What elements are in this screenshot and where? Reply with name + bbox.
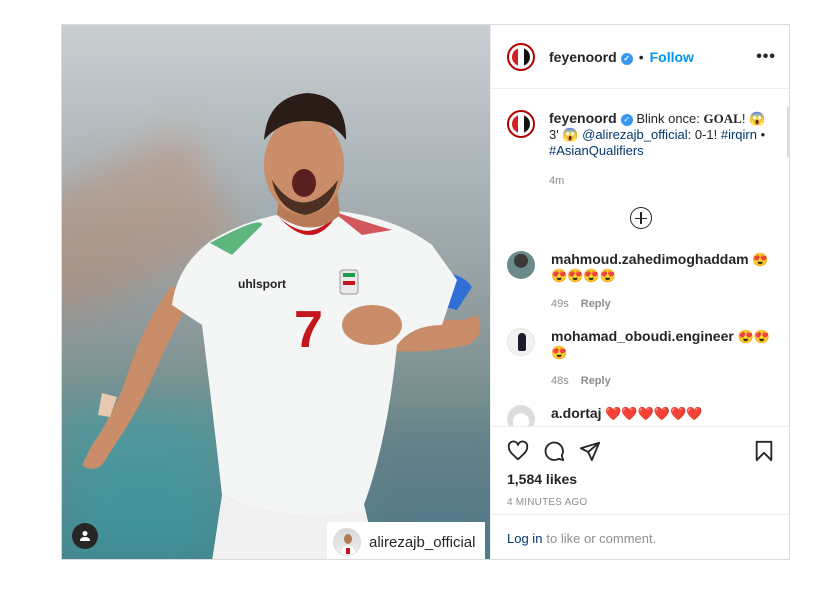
share-icon[interactable] bbox=[579, 440, 601, 462]
reply-button[interactable]: Reply bbox=[581, 296, 611, 312]
post-side-panel: feyenoord ✓ • Follow ••• feyenoord ✓ Blink… bbox=[490, 25, 789, 559]
profile-avatar[interactable] bbox=[507, 42, 535, 71]
post-photo[interactable]: 7 uhlsport alirezajb_official bbox=[62, 25, 490, 559]
caption-text: Blink once: bbox=[636, 111, 704, 126]
caption-username[interactable]: feyenoord bbox=[549, 110, 617, 126]
verified-badge-icon: ✓ bbox=[620, 52, 633, 65]
login-text: to like or comment. bbox=[546, 530, 657, 546]
comment-item: a.dortaj ❤️❤️❤️❤️❤️❤️ bbox=[507, 405, 774, 426]
instagram-post: 7 uhlsport alirezajb_official feyenoord … bbox=[61, 24, 790, 560]
jersey-number: 7 bbox=[294, 301, 323, 359]
hashtag-link[interactable]: #AsianQualifiers bbox=[549, 143, 644, 158]
hashtag-link[interactable]: #irqirn bbox=[721, 127, 757, 142]
comments-list[interactable]: feyenoord ✓ Blink once: GOAL! 😱 3' 😱 @ali… bbox=[491, 90, 789, 426]
heart-icon[interactable] bbox=[507, 440, 529, 462]
comment-username[interactable]: mahmoud.zahedimoghaddam bbox=[551, 251, 749, 267]
comment-avatar[interactable] bbox=[507, 251, 535, 279]
tag-username: alirezajb_official bbox=[369, 533, 476, 551]
post-header: feyenoord ✓ • Follow ••• bbox=[491, 25, 789, 89]
reply-button[interactable]: Reply bbox=[581, 373, 611, 389]
post-timestamp: 4 MINUTES AGO bbox=[507, 497, 588, 508]
more-options-icon[interactable]: ••• bbox=[756, 48, 776, 66]
load-more-comments[interactable] bbox=[507, 207, 774, 229]
caption-text: • bbox=[756, 127, 766, 142]
caption: feyenoord ✓ Blink once: GOAL! 😱 3' 😱 @ali… bbox=[507, 90, 774, 189]
caption-body: feyenoord ✓ Blink once: GOAL! 😱 3' 😱 @ali… bbox=[549, 110, 774, 189]
likes-count[interactable]: 1,584 likes bbox=[507, 471, 774, 487]
comment-text: ❤️❤️❤️❤️❤️❤️ bbox=[605, 406, 703, 421]
plus-circle-icon[interactable] bbox=[629, 207, 652, 229]
login-link[interactable]: Log in bbox=[507, 531, 542, 546]
action-icons bbox=[507, 427, 774, 471]
follow-button[interactable]: Follow bbox=[650, 49, 694, 65]
comment-avatar[interactable] bbox=[507, 328, 535, 356]
caption-avatar[interactable] bbox=[507, 110, 535, 138]
comments-scrollbar[interactable] bbox=[787, 107, 789, 157]
comment-username[interactable]: a.dortaj bbox=[551, 405, 602, 421]
comment-avatar[interactable] bbox=[507, 405, 535, 426]
username-text[interactable]: feyenoord bbox=[549, 49, 617, 65]
comment-icon[interactable] bbox=[543, 440, 565, 462]
comment-body: mahmoud.zahedimoghaddam 😍😍😍😍😍 49s Reply bbox=[551, 251, 774, 312]
comment-meta: 48s Reply bbox=[551, 373, 774, 389]
caption-text: : 0-1! bbox=[687, 127, 721, 142]
verified-badge-icon: ✓ bbox=[620, 114, 633, 126]
post-actions: 1,584 likes 4 MINUTES AGO bbox=[491, 426, 789, 508]
comment-time: 48s bbox=[551, 375, 569, 387]
mention-link[interactable]: @alirezajb_official bbox=[582, 127, 687, 142]
caption-time: 4m bbox=[549, 175, 565, 187]
comment-body: a.dortaj ❤️❤️❤️❤️❤️❤️ bbox=[551, 405, 774, 426]
header-username[interactable]: feyenoord ✓ bbox=[549, 49, 633, 65]
shirt-brand: uhlsport bbox=[238, 277, 286, 291]
tag-avatar bbox=[333, 528, 361, 556]
caption-goal: GOAL bbox=[703, 111, 742, 126]
comment-body: mohamad_oboudi.engineer 😍😍😍 48s Reply bbox=[551, 328, 774, 389]
comment-time: 49s bbox=[551, 298, 569, 310]
comment-meta: 49s Reply bbox=[551, 296, 774, 312]
player-figure: 7 uhlsport bbox=[82, 93, 481, 559]
comment-item: mahmoud.zahedimoghaddam 😍😍😍😍😍 49s Reply bbox=[507, 251, 774, 312]
tagged-users-button[interactable] bbox=[72, 523, 98, 549]
user-icon bbox=[80, 531, 90, 541]
bookmark-icon[interactable] bbox=[754, 440, 774, 462]
login-prompt: Log in to like or comment. bbox=[491, 514, 789, 559]
user-tag[interactable]: alirezajb_official bbox=[327, 522, 486, 559]
separator-dot: • bbox=[638, 48, 644, 65]
comment-item: mohamad_oboudi.engineer 😍😍😍 48s Reply bbox=[507, 328, 774, 389]
comment-username[interactable]: mohamad_oboudi.engineer bbox=[551, 328, 734, 344]
